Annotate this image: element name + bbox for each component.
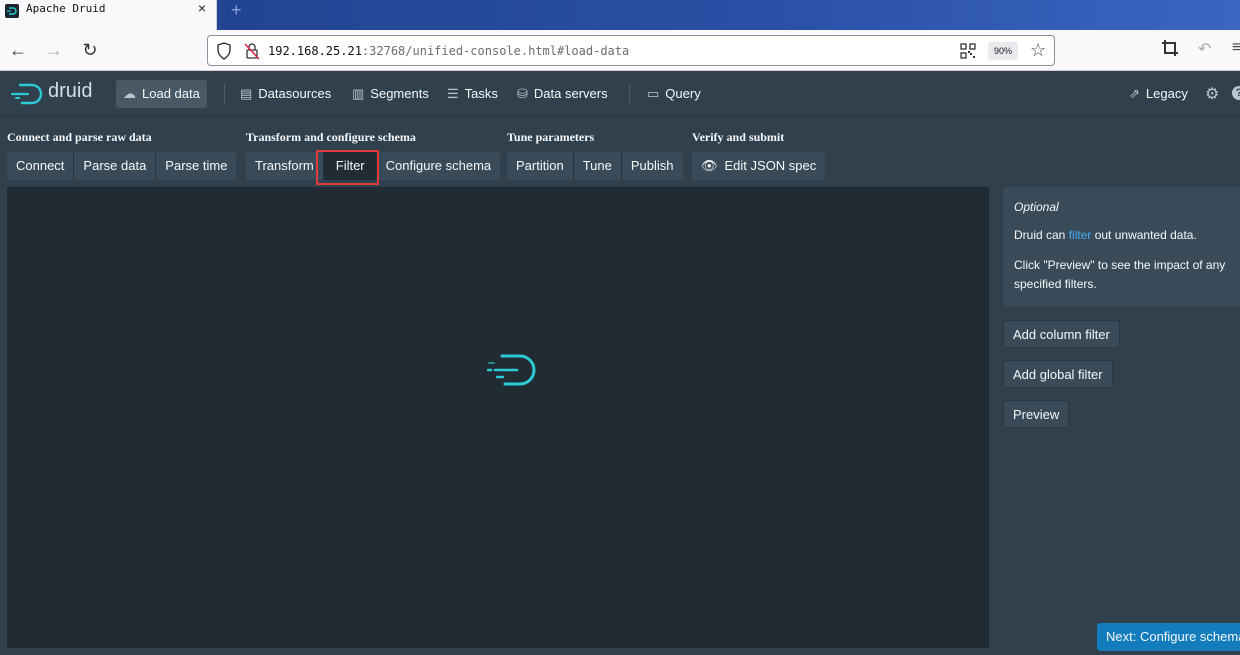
- callout-text: Druid can filter out unwanted data.: [1014, 228, 1197, 242]
- filter-info-callout: Optional Druid can filter out unwanted d…: [1003, 187, 1240, 306]
- step-publish[interactable]: Publish: [621, 152, 683, 180]
- nav-query[interactable]: ▭ Query: [640, 80, 708, 108]
- add-column-filter-button[interactable]: Add column filter: [1003, 320, 1120, 348]
- optional-label: Optional: [1014, 200, 1059, 214]
- url-path: :32768/unified-console.html#load-data: [361, 44, 630, 58]
- tab-title: Apache Druid: [26, 2, 106, 15]
- url-text[interactable]: 192.168.25.21:32768/unified-console.html…: [268, 44, 629, 58]
- callout-text-part: Druid can: [1014, 228, 1069, 242]
- legacy-label: Legacy: [1145, 86, 1188, 101]
- eye-icon: 👁: [701, 158, 718, 173]
- add-global-filter-button[interactable]: Add global filter: [1003, 360, 1113, 388]
- step-group-tune: Partition Tune Publish: [507, 152, 683, 180]
- step-connect[interactable]: Connect: [7, 152, 75, 180]
- url-bar[interactable]: 192.168.25.21:32768/unified-console.html…: [207, 35, 1055, 66]
- back-arrow-icon[interactable]: ←: [7, 39, 29, 61]
- callout-text-part: out unwanted data.: [1091, 228, 1197, 242]
- new-tab-icon[interactable]: +: [231, 0, 242, 21]
- insecure-lock-icon[interactable]: [244, 42, 260, 65]
- nav-segments[interactable]: ▥ Segments: [345, 80, 436, 108]
- step-group-title: Connect and parse raw data: [7, 130, 152, 144]
- step-group-connect: Connect Parse data Parse time: [7, 152, 237, 180]
- nav-label: Query: [665, 86, 701, 101]
- callout-text: Click "Preview" to see the impact of any…: [1014, 258, 1226, 291]
- share-external-icon: ⇗: [1129, 86, 1140, 101]
- console-icon: ▭: [647, 86, 660, 101]
- nav-label: Load data: [142, 86, 200, 101]
- gear-icon[interactable]: ⚙: [1205, 84, 1219, 104]
- gantt-icon: ☰: [447, 86, 459, 101]
- browser-tab[interactable]: Apache Druid ×: [0, 0, 217, 30]
- undo-icon[interactable]: ↶: [1198, 39, 1211, 59]
- database-stack-icon: ▤: [240, 86, 253, 101]
- forward-arrow-icon[interactable]: →: [43, 39, 65, 61]
- step-group-title: Tune parameters: [507, 130, 595, 144]
- nav-datasources[interactable]: ▤ Datasources: [233, 80, 338, 108]
- next-configure-schema-button[interactable]: Next: Configure schema: [1097, 623, 1240, 651]
- crop-icon[interactable]: [1161, 39, 1179, 62]
- druid-logo-icon[interactable]: [10, 82, 46, 111]
- step-group-verify: 👁 Edit JSON spec: [692, 152, 826, 180]
- browser-tab-bar: Apache Druid × +: [0, 0, 1240, 30]
- filter-highlight-box: [316, 150, 379, 185]
- legacy-button[interactable]: ⇗ Legacy: [1122, 80, 1195, 108]
- shield-icon[interactable]: [216, 42, 232, 65]
- cloud-upload-icon: ☁: [123, 86, 136, 101]
- bar-stack-icon: ▥: [352, 86, 365, 101]
- menu-icon[interactable]: ≡: [1232, 39, 1240, 57]
- step-group-title: Transform and configure schema: [246, 130, 416, 144]
- step-parse-time[interactable]: Parse time: [156, 152, 237, 180]
- step-group-title: Verify and submit: [692, 130, 785, 144]
- header-divider: [224, 84, 225, 104]
- reload-icon[interactable]: ↻: [79, 39, 101, 61]
- preview-panel: [7, 187, 989, 648]
- nav-tasks[interactable]: ☰ Tasks: [440, 80, 505, 108]
- header-divider: [629, 84, 630, 104]
- nav-label: Datasources: [258, 86, 332, 101]
- step-transform[interactable]: Transform: [246, 152, 324, 180]
- nav-label: Tasks: [464, 86, 498, 101]
- help-icon[interactable]: ?: [1232, 86, 1240, 100]
- url-host: 192.168.25.21: [268, 44, 362, 58]
- nav-data-servers[interactable]: ⛁ Data servers: [510, 80, 615, 108]
- filter-docs-link[interactable]: filter: [1069, 228, 1092, 242]
- nav-load-data[interactable]: ☁ Load data: [116, 80, 207, 108]
- step-edit-json-spec[interactable]: 👁 Edit JSON spec: [692, 152, 826, 180]
- step-configure-schema[interactable]: Configure schema: [376, 152, 501, 180]
- step-tune[interactable]: Tune: [573, 152, 622, 180]
- druid-favicon-icon: [5, 4, 19, 18]
- druid-header: druid ☁ Load data ▤ Datasources ▥ Segments …: [0, 71, 1240, 117]
- preview-button[interactable]: Preview: [1003, 400, 1070, 428]
- nav-label: Segments: [370, 86, 429, 101]
- qr-code-icon[interactable]: [960, 43, 976, 64]
- bookmark-star-icon[interactable]: ☆: [1030, 40, 1046, 61]
- browser-nav-bar: ← → ↻ 192.168.25.21:32768/unified-consol…: [0, 30, 1240, 71]
- servers-icon: ⛁: [517, 86, 528, 101]
- zoom-level[interactable]: 90%: [988, 42, 1018, 60]
- loading-spinner-icon: [486, 353, 539, 392]
- druid-logo-text[interactable]: druid: [48, 80, 92, 103]
- step-parse-data[interactable]: Parse data: [74, 152, 157, 180]
- step-label: Edit JSON spec: [724, 158, 817, 173]
- nav-label: Data servers: [533, 86, 608, 101]
- close-tab-icon[interactable]: ×: [195, 0, 209, 16]
- step-partition[interactable]: Partition: [507, 152, 574, 180]
